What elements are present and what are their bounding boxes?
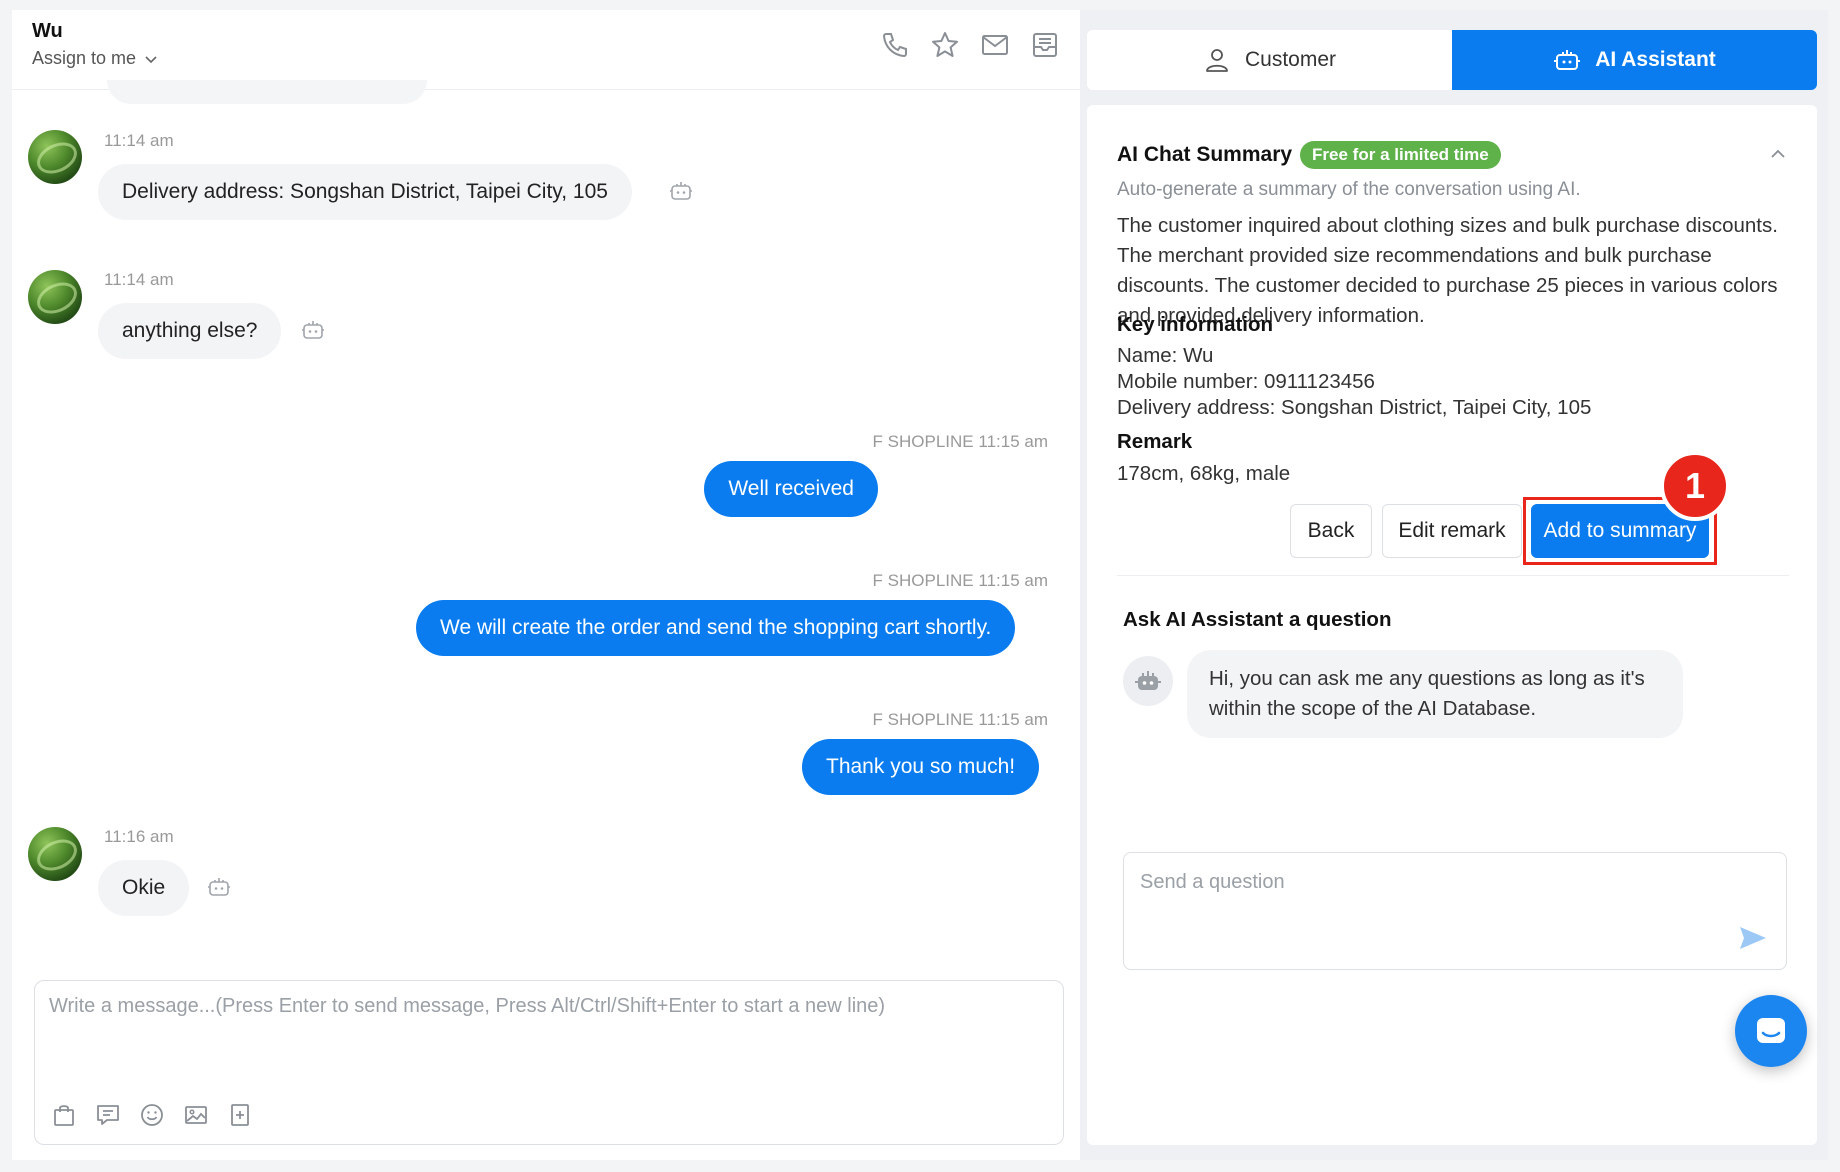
shopping-bag-icon[interactable] xyxy=(51,1102,77,1128)
message-composer[interactable]: Write a message...(Press Enter to send m… xyxy=(34,980,1064,1145)
divider xyxy=(1117,575,1789,576)
outgoing-message: Thank you so much! xyxy=(802,739,1040,795)
panel-tabs: Customer AI Assistant xyxy=(1087,30,1817,90)
app-window: Wu Assign to me 11:14 am Delivery addres… xyxy=(12,10,1828,1160)
step-badge: 1 xyxy=(1660,451,1730,521)
key-info-address: Delivery address: Songshan District, Tai… xyxy=(1117,396,1592,419)
chat-bubble-icon xyxy=(1757,1018,1785,1043)
summary-header: AI Chat Summary Free for a limited time xyxy=(1117,141,1501,169)
summary-title: AI Chat Summary xyxy=(1117,143,1293,166)
chevron-up-icon[interactable] xyxy=(1769,145,1787,163)
chat-header: Wu Assign to me xyxy=(12,10,1080,90)
incoming-message: Okie xyxy=(98,860,190,916)
phone-icon[interactable] xyxy=(880,30,910,60)
incoming-message: Delivery address: Songshan District, Tai… xyxy=(98,164,632,220)
previous-message-edge xyxy=(107,80,427,104)
message-time: 11:14 am xyxy=(104,131,174,150)
composer-placeholder: Write a message...(Press Enter to send m… xyxy=(49,995,886,1017)
message-meta: F SHOPLINE 11:15 am xyxy=(873,710,1048,730)
robot-icon xyxy=(1135,671,1161,690)
add-note-icon[interactable] xyxy=(227,1102,253,1128)
sender-name: F SHOPLINE xyxy=(872,710,974,729)
message-meta: F SHOPLINE 11:15 am xyxy=(873,571,1048,591)
outgoing-message: Well received xyxy=(704,461,878,517)
robot-icon[interactable] xyxy=(300,317,326,343)
ask-title: Ask AI Assistant a question xyxy=(1123,608,1392,631)
message-time: 11:15 am xyxy=(978,432,1048,451)
assign-label: Assign to me xyxy=(32,48,137,68)
customer-avatar xyxy=(28,270,82,324)
question-placeholder: Send a question xyxy=(1140,871,1285,893)
chevron-down-icon xyxy=(145,55,157,63)
question-input[interactable]: Send a question xyxy=(1123,852,1787,970)
message-meta: F SHOPLINE 11:15 am xyxy=(873,432,1048,452)
tab-customer[interactable]: Customer xyxy=(1087,30,1452,90)
back-button[interactable]: Back xyxy=(1290,504,1372,558)
customer-avatar xyxy=(28,130,82,184)
customer-avatar xyxy=(28,827,82,881)
summary-subtitle: Auto-generate a summary of the conversat… xyxy=(1117,179,1581,200)
customer-name: Wu xyxy=(32,20,63,42)
mail-icon[interactable] xyxy=(980,30,1010,60)
image-icon[interactable] xyxy=(183,1102,209,1128)
star-icon[interactable] xyxy=(930,30,960,60)
emoji-icon[interactable] xyxy=(139,1102,165,1128)
composer-toolbar xyxy=(51,1102,253,1128)
chat-support-button[interactable] xyxy=(1735,995,1807,1067)
bot-avatar xyxy=(1123,656,1173,706)
edit-remark-button[interactable]: Edit remark xyxy=(1382,504,1522,558)
remark-heading: Remark xyxy=(1117,430,1193,453)
ai-assistant-panel: AI Chat Summary Free for a limited time … xyxy=(1087,105,1817,1145)
message-time: 11:15 am xyxy=(978,710,1048,729)
bot-message: Hi, you can ask me any questions as long… xyxy=(1187,650,1683,738)
send-icon[interactable] xyxy=(1736,921,1770,955)
header-actions xyxy=(880,30,1060,60)
tab-ai-assistant[interactable]: AI Assistant xyxy=(1452,30,1817,90)
user-icon xyxy=(1206,49,1228,72)
sender-name: F SHOPLINE xyxy=(872,571,974,590)
quick-reply-icon[interactable] xyxy=(95,1102,121,1128)
tab-customer-label: Customer xyxy=(1244,48,1337,71)
sender-name: F SHOPLINE xyxy=(872,432,974,451)
robot-icon xyxy=(1554,50,1581,70)
key-info-heading: Key information xyxy=(1117,313,1274,336)
outgoing-message: We will create the order and send the sh… xyxy=(416,600,1016,656)
free-badge: Free for a limited time xyxy=(1300,141,1501,169)
tab-ai-assistant-label: AI Assistant xyxy=(1595,48,1716,71)
incoming-message: anything else? xyxy=(98,303,282,359)
message-time: 11:14 am xyxy=(104,270,174,289)
remark-value: 178cm, 68kg, male xyxy=(1117,462,1291,485)
assign-dropdown[interactable]: Assign to me xyxy=(32,48,158,69)
inbox-icon[interactable] xyxy=(1030,30,1060,60)
message-time: 11:16 am xyxy=(104,827,174,846)
chat-panel: Wu Assign to me 11:14 am Delivery addres… xyxy=(12,10,1080,1160)
robot-icon[interactable] xyxy=(206,874,232,900)
robot-icon[interactable] xyxy=(668,178,694,204)
message-time: 11:15 am xyxy=(978,571,1048,590)
